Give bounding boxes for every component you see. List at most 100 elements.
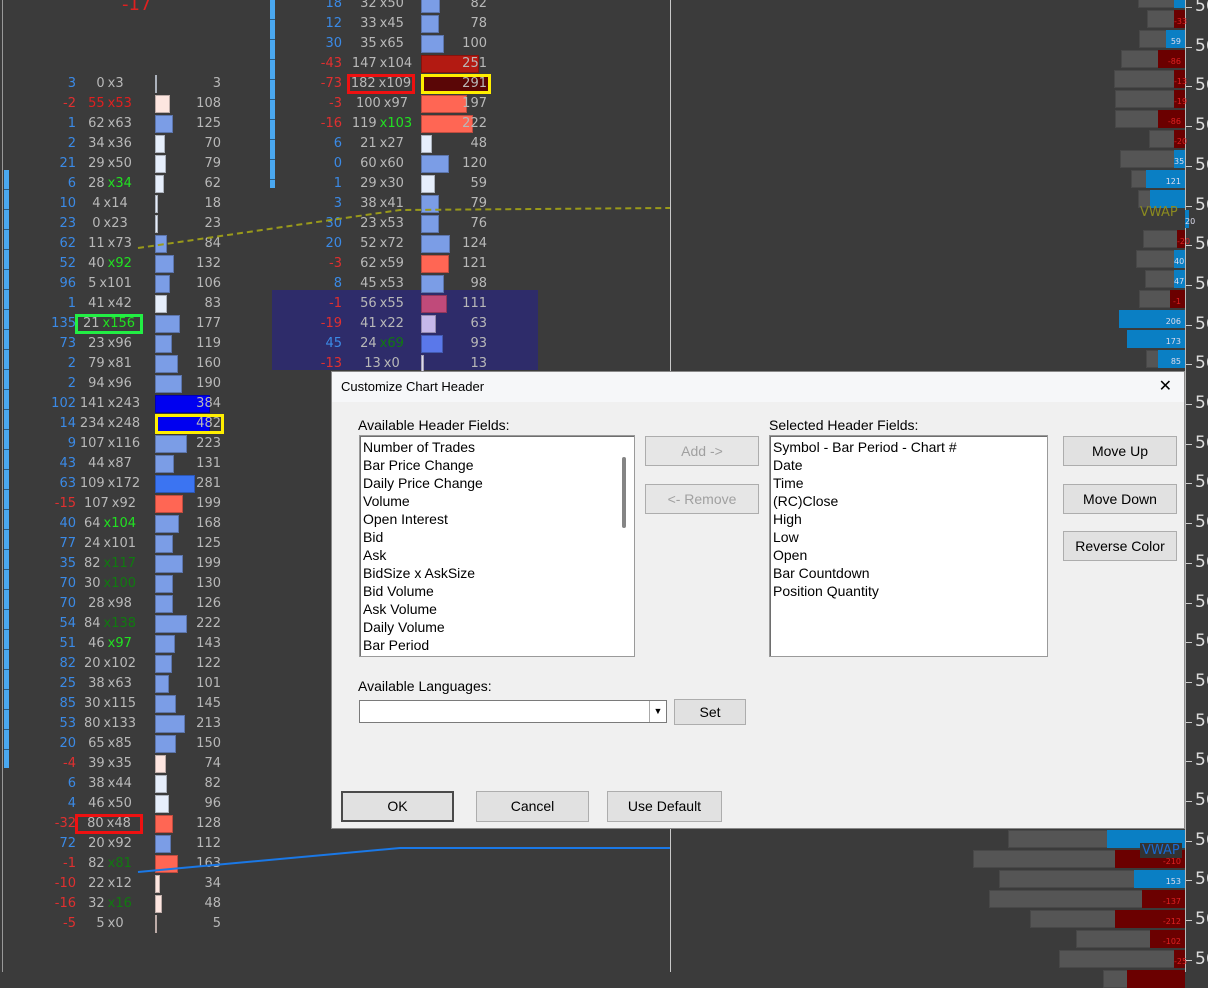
list-item[interactable]: (RC)Close bbox=[770, 492, 1047, 510]
profile-delta-bar bbox=[1127, 970, 1185, 988]
price-label: 56 bbox=[1195, 750, 1208, 770]
dialog-title: Customize Chart Header bbox=[341, 379, 485, 394]
profile-delta-bar: 173 bbox=[1127, 330, 1185, 348]
move-up-button[interactable]: Move Up bbox=[1063, 436, 1177, 466]
list-item[interactable]: Bar Period bbox=[360, 636, 634, 654]
price-tick bbox=[1186, 325, 1192, 326]
move-down-button[interactable]: Move Down bbox=[1063, 484, 1177, 514]
list-item[interactable]: Bid bbox=[360, 528, 634, 546]
add-button[interactable]: Add -> bbox=[645, 436, 759, 466]
profile-bar bbox=[1059, 950, 1185, 968]
price-tick bbox=[1186, 761, 1192, 762]
price-tick bbox=[1186, 86, 1192, 87]
price-label: 56 bbox=[1195, 75, 1208, 95]
price-label: 56 bbox=[1195, 631, 1208, 651]
profile-delta-bar: -13 bbox=[1174, 70, 1187, 88]
profile-delta-bar: 40 bbox=[1174, 250, 1185, 268]
list-item[interactable]: Number of Trades bbox=[360, 438, 634, 456]
reverse-color-button[interactable]: Reverse Color bbox=[1063, 531, 1177, 561]
profile-delta-bar: 85 bbox=[1158, 350, 1185, 368]
price-tick bbox=[1186, 642, 1192, 643]
price-tick bbox=[1186, 722, 1192, 723]
price-tick bbox=[1186, 285, 1192, 286]
vwap-label-lower: VWAP bbox=[1140, 843, 1182, 858]
price-tick bbox=[1186, 444, 1192, 445]
price-label: 56 bbox=[1195, 393, 1208, 413]
list-item[interactable]: Low bbox=[770, 528, 1047, 546]
price-label: 56 bbox=[1195, 353, 1208, 373]
available-fields-scrollbar[interactable] bbox=[622, 457, 626, 528]
price-tick bbox=[1186, 206, 1192, 207]
profile-delta-bar: 47 bbox=[1174, 270, 1185, 288]
profile-delta-bar: 59 bbox=[1166, 30, 1185, 48]
list-item[interactable]: Bar Countdown bbox=[770, 564, 1047, 582]
use-default-button[interactable]: Use Default bbox=[607, 791, 722, 822]
price-tick bbox=[1186, 166, 1192, 167]
price-tick bbox=[1186, 245, 1192, 246]
cancel-button[interactable]: Cancel bbox=[476, 791, 589, 822]
price-tick bbox=[1186, 960, 1192, 961]
price-label: 56 bbox=[1195, 115, 1208, 135]
price-label: 56 bbox=[1195, 790, 1208, 810]
price-tick bbox=[1186, 920, 1192, 921]
price-label: 56 bbox=[1195, 552, 1208, 572]
set-button[interactable]: Set bbox=[674, 699, 746, 725]
ok-button[interactable]: OK bbox=[341, 791, 454, 822]
list-item[interactable]: Ask Volume bbox=[360, 600, 634, 618]
list-item[interactable]: Position Quantity bbox=[770, 582, 1047, 600]
available-fields-label: Available Header Fields: bbox=[358, 417, 510, 433]
list-item[interactable]: Bid Volume bbox=[360, 582, 634, 600]
profile-delta-bar: 206 bbox=[1119, 310, 1185, 328]
price-label: 56 bbox=[1195, 433, 1208, 453]
profile-delta-bar: -1 bbox=[1170, 290, 1185, 308]
list-item[interactable]: High bbox=[770, 510, 1047, 528]
customize-chart-header-dialog: Customize Chart Header ✕ Available Heade… bbox=[331, 371, 1185, 829]
dropdown-arrow-icon[interactable]: ▼ bbox=[649, 701, 666, 722]
price-tick bbox=[1186, 404, 1192, 405]
list-item[interactable]: Open Interest bbox=[360, 510, 634, 528]
profile-delta-bar: -102 bbox=[1150, 930, 1185, 948]
profile-delta-bar: -19 bbox=[1174, 90, 1187, 108]
list-item[interactable]: Time bbox=[770, 474, 1047, 492]
vwap-line-lower bbox=[137, 847, 670, 873]
vwap-line-upper bbox=[137, 207, 671, 249]
profile-delta-bar: 121 bbox=[1146, 170, 1185, 188]
price-label: 56 bbox=[1195, 949, 1208, 969]
available-fields-list[interactable]: Number of Trades Bar Price Change Daily Pr… bbox=[359, 435, 635, 657]
price-tick bbox=[1186, 603, 1192, 604]
list-item[interactable]: Symbol - Bar Period - Chart # bbox=[770, 438, 1047, 456]
languages-combobox[interactable]: ▼ bbox=[359, 700, 667, 723]
price-label: 56 bbox=[1195, 274, 1208, 294]
remove-button[interactable]: <- Remove bbox=[645, 484, 759, 514]
price-label: 56 bbox=[1195, 195, 1208, 215]
price-tick bbox=[1186, 364, 1192, 365]
price-tick bbox=[1186, 47, 1192, 48]
selected-fields-label: Selected Header Fields: bbox=[769, 417, 919, 433]
price-label: 56 bbox=[1195, 909, 1208, 929]
selected-fields-list[interactable]: Symbol - Bar Period - Chart # Date Time (RC… bbox=[769, 435, 1048, 657]
price-label: 56 bbox=[1195, 155, 1208, 175]
list-item[interactable]: Date bbox=[770, 456, 1047, 474]
profile-delta-bar: -20 bbox=[1174, 130, 1187, 148]
close-icon[interactable]: ✕ bbox=[1159, 372, 1172, 402]
profile-delta-bar bbox=[1174, 0, 1185, 8]
profile-delta-bar: 20 bbox=[1185, 210, 1195, 228]
price-label: 56 bbox=[1195, 512, 1208, 532]
profile-delta-bar: -212 bbox=[1115, 910, 1185, 928]
list-item[interactable]: Volume bbox=[360, 492, 634, 510]
list-item[interactable]: Bar Price Change bbox=[360, 456, 634, 474]
list-item[interactable]: Ask bbox=[360, 546, 634, 564]
price-tick bbox=[1186, 7, 1192, 8]
list-item[interactable]: Daily Volume bbox=[360, 618, 634, 636]
profile-delta-bar: -137 bbox=[1142, 890, 1185, 908]
price-label: 56 bbox=[1195, 830, 1208, 850]
list-item[interactable]: Open bbox=[770, 546, 1047, 564]
list-item[interactable]: BidSize x AskSize bbox=[360, 564, 634, 582]
list-item[interactable]: Daily Price Change bbox=[360, 474, 634, 492]
price-tick bbox=[1186, 523, 1192, 524]
dialog-title-bar[interactable]: Customize Chart Header ✕ bbox=[332, 372, 1184, 402]
profile-delta-bar: -20 bbox=[1177, 230, 1190, 248]
price-tick bbox=[1186, 682, 1192, 683]
price-label: 56 bbox=[1195, 711, 1208, 731]
profile-delta-bar: -86 bbox=[1158, 50, 1185, 68]
